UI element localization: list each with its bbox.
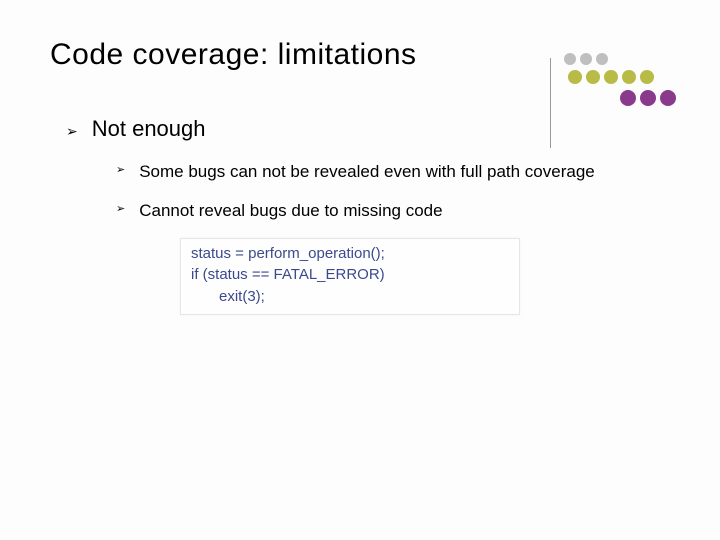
bullet-text: Cannot reveal bugs due to missing code	[139, 199, 442, 224]
dot-icon	[580, 53, 592, 65]
bullet-text: Not enough	[92, 116, 206, 142]
dot-icon	[564, 53, 576, 65]
bullet-level2: ➢ Cannot reveal bugs due to missing code	[116, 199, 670, 224]
code-line: if (status == FATAL_ERROR)	[191, 264, 509, 286]
chevron-right-icon: ➢	[116, 160, 125, 181]
content-area: ➢ Not enough ➢ Some bugs can not be reve…	[50, 116, 670, 315]
code-snippet: status = perform_operation(); if (status…	[180, 238, 520, 315]
dot-icon	[640, 70, 654, 84]
dot-icon	[596, 53, 608, 65]
dot-icon	[586, 70, 600, 84]
dot-icon	[568, 70, 582, 84]
dot-icon	[640, 90, 656, 106]
corner-decoration	[550, 58, 680, 138]
slide: Code coverage: limitations ➢ Not enough …	[0, 0, 720, 540]
dot-icon	[622, 70, 636, 84]
dot-icon	[660, 90, 676, 106]
bullet-text: Some bugs can not be revealed even with …	[139, 160, 595, 185]
bullet-level2: ➢ Some bugs can not be revealed even wit…	[116, 160, 670, 185]
decoration-divider	[550, 58, 551, 148]
code-line: exit(3);	[219, 286, 509, 308]
dot-icon	[604, 70, 618, 84]
dot-icon	[620, 90, 636, 106]
code-line: status = perform_operation();	[191, 243, 509, 265]
chevron-right-icon: ➢	[66, 120, 78, 142]
chevron-right-icon: ➢	[116, 199, 125, 220]
